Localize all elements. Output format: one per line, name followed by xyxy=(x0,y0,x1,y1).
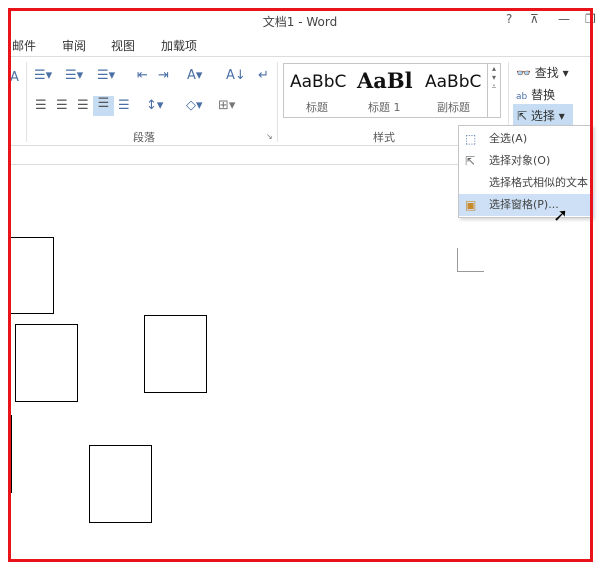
highlight-frame xyxy=(8,8,593,562)
